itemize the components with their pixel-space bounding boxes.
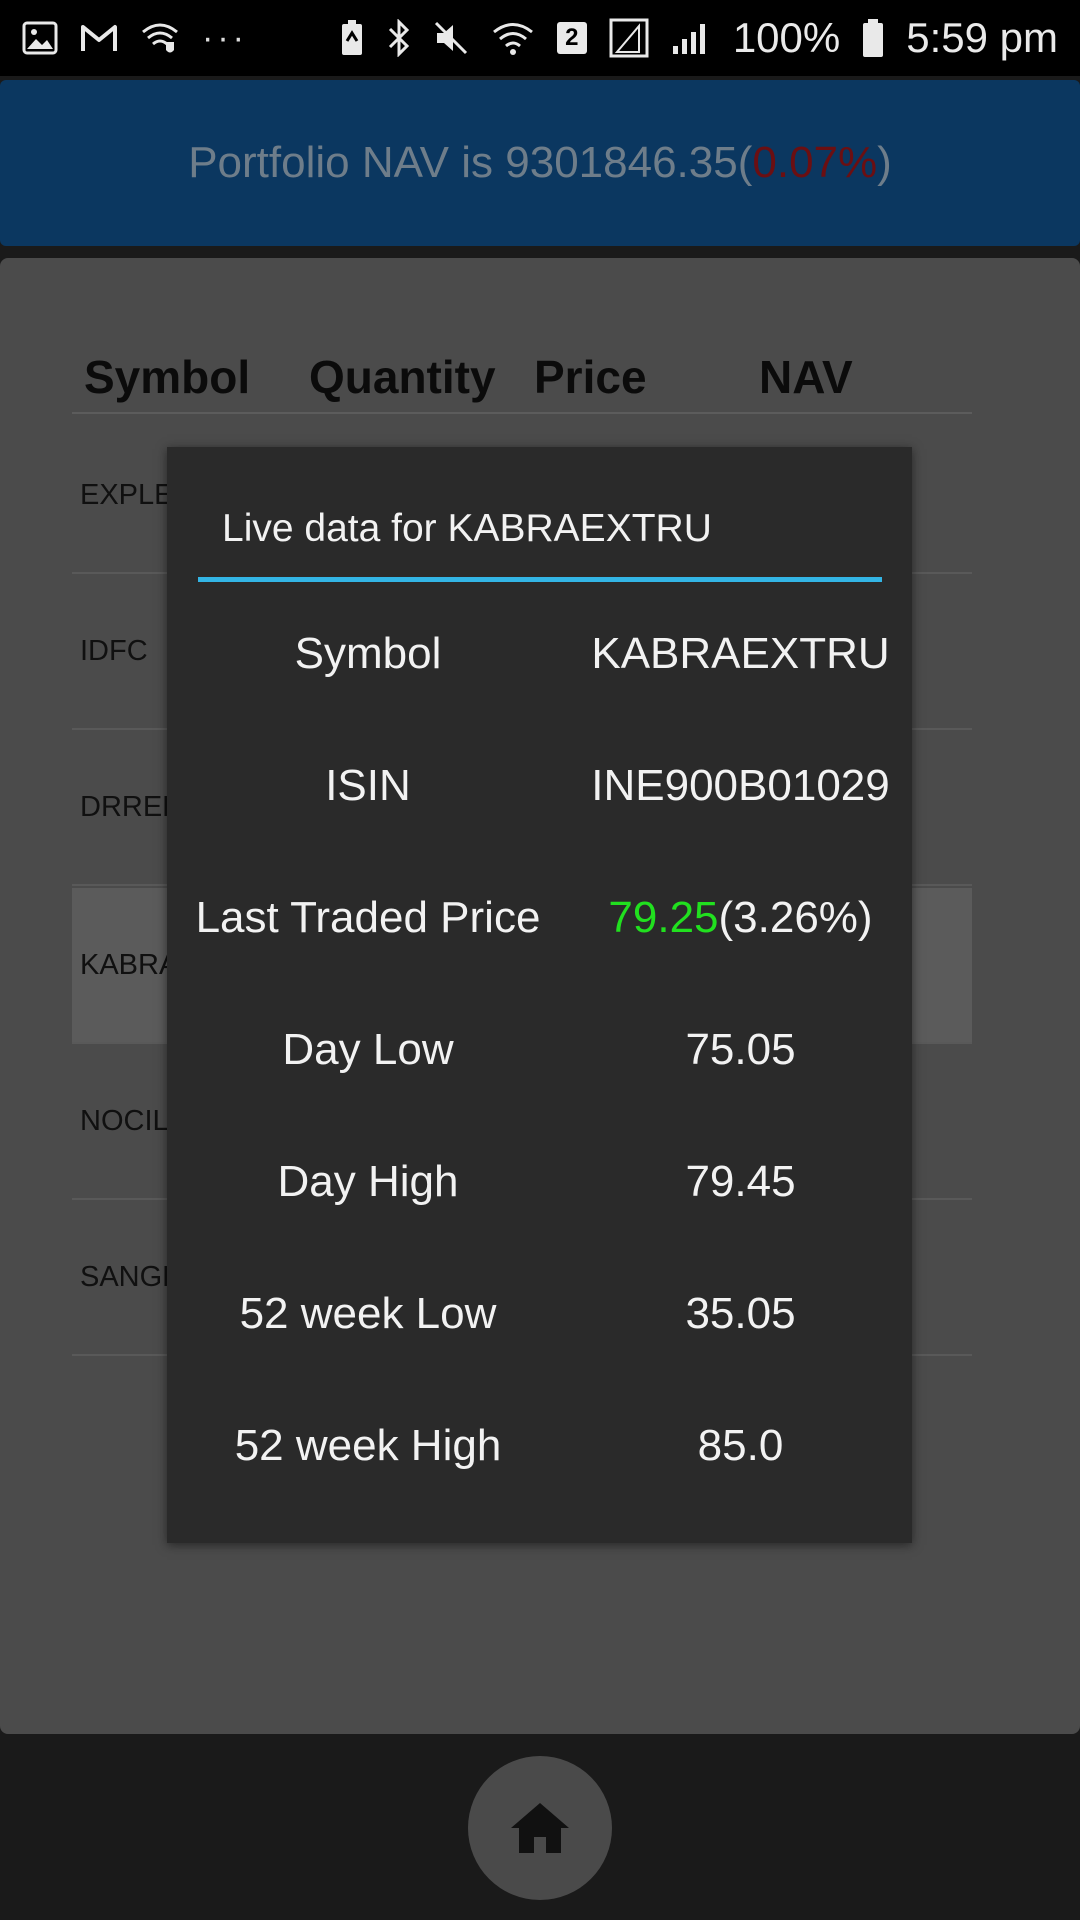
wifi-icon [491, 20, 535, 56]
battery-icon [862, 18, 884, 58]
field-label: 52 week Low [239, 1289, 497, 1338]
gallery-icon [22, 21, 58, 55]
field-isin: ISIN INE900B01029 [167, 746, 912, 826]
battery-saver-icon [339, 19, 365, 57]
field-value: 79.45 [685, 1157, 796, 1206]
field-label: Day Low [282, 1025, 454, 1074]
column-header-price: Price [534, 351, 647, 403]
battery-percent: 100% [732, 14, 841, 61]
status-bar: ··· 2 100% 5:59 pm [0, 0, 1080, 76]
table-header: Symbol Quantity Price NAV [72, 350, 972, 414]
home-button[interactable] [468, 1756, 612, 1900]
home-icon [511, 1803, 569, 1853]
wifi-secure-icon [140, 20, 180, 56]
field-52-week-low: 52 week Low 35.05 [167, 1274, 912, 1354]
field-label: Last Traded Price [195, 893, 541, 942]
ltp-price: 79.25 [608, 893, 719, 942]
field-52-week-high: 52 week High 85.0 [167, 1406, 912, 1486]
mute-icon [433, 20, 469, 56]
ltp-change: (3.26%) [718, 893, 873, 942]
field-value: 79.25(3.26%) [569, 893, 912, 943]
sim-badge: 2 [556, 22, 587, 54]
field-label: 52 week High [234, 1421, 502, 1470]
field-symbol: Symbol KABRAEXTRU [167, 614, 912, 694]
clock: 5:59 pm [906, 14, 1058, 61]
column-header-symbol: Symbol [84, 351, 251, 403]
nav-suffix: ) [877, 138, 892, 187]
field-value: 35.05 [685, 1289, 796, 1338]
gmail-icon [80, 23, 118, 53]
row-symbol: NOCIL [80, 1104, 169, 1137]
portfolio-nav-title: Portfolio NAV is 9301846.35(0.07%) [188, 138, 892, 188]
field-day-low: Day Low 75.05 [167, 1010, 912, 1090]
field-label: Day High [277, 1157, 459, 1206]
signal-icon [671, 20, 711, 56]
status-bar-left: ··· [22, 19, 248, 58]
portfolio-header: Portfolio NAV is 9301846.35(0.07%) [0, 80, 1080, 246]
nav-change: 0.07% [752, 138, 878, 187]
nav-prefix: Portfolio NAV is 9301846.35( [188, 138, 753, 187]
field-label: ISIN [325, 761, 411, 810]
field-value: 75.05 [685, 1025, 796, 1074]
field-last-traded-price: Last Traded Price 79.25(3.26%) [167, 878, 912, 958]
bluetooth-icon [387, 19, 411, 57]
overflow-indicator: ··· [202, 18, 248, 57]
dialog-title-divider [198, 577, 882, 582]
column-header-nav: NAV [759, 351, 853, 403]
column-header-quantity: Quantity [309, 351, 496, 403]
row-symbol: EXPLE [80, 478, 174, 511]
lte-icon [609, 18, 649, 58]
field-value: KABRAEXTRU [591, 629, 890, 678]
live-data-dialog: Live data for KABRAEXTRU Symbol KABRAEXT… [167, 447, 912, 1543]
field-value: 85.0 [697, 1421, 784, 1470]
dialog-title: Live data for KABRAEXTRU [222, 507, 712, 550]
row-symbol: IDFC [80, 634, 148, 667]
row-symbol: KABRA [80, 948, 179, 981]
field-label: Symbol [294, 629, 442, 678]
status-bar-right: 2 100% 5:59 pm [339, 14, 1058, 62]
field-day-high: Day High 79.45 [167, 1142, 912, 1222]
field-value: INE900B01029 [591, 761, 890, 810]
